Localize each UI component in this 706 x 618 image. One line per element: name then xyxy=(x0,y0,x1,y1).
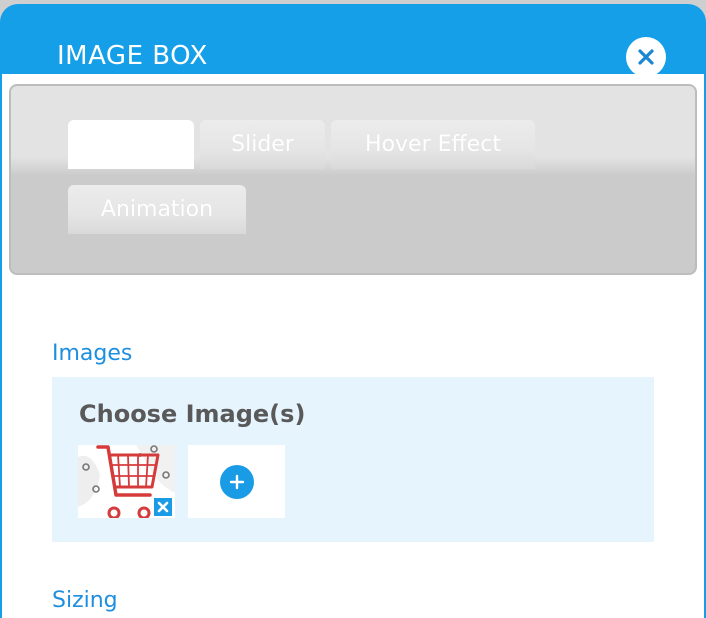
tab-animation[interactable]: Animation xyxy=(68,185,246,234)
image-box-dialog: IMAGE BOX Slider Hover Effect Animation … xyxy=(0,4,706,618)
tab-slider[interactable]: Slider xyxy=(200,120,325,169)
add-circle xyxy=(219,464,254,499)
tab-general[interactable] xyxy=(68,120,194,169)
images-panel: Choose Image(s) xyxy=(52,377,654,542)
section-label-images: Images xyxy=(52,341,133,366)
tab-bar: Slider Hover Effect Animation xyxy=(9,84,697,275)
image-thumbnail[interactable] xyxy=(78,445,175,518)
close-button[interactable] xyxy=(626,37,666,77)
choose-images-title: Choose Image(s) xyxy=(79,400,306,428)
tab-hover-effect[interactable]: Hover Effect xyxy=(331,120,535,169)
remove-image-button[interactable] xyxy=(152,496,174,518)
dialog-body: Slider Hover Effect Animation Images Cho… xyxy=(2,74,704,618)
close-icon xyxy=(157,501,169,513)
add-image-button[interactable] xyxy=(188,445,285,518)
plus-icon xyxy=(229,474,244,489)
dialog-title: IMAGE BOX xyxy=(57,41,208,71)
dialog-header: IMAGE BOX xyxy=(0,4,706,77)
section-label-sizing: Sizing xyxy=(52,588,118,613)
close-icon xyxy=(638,49,654,65)
